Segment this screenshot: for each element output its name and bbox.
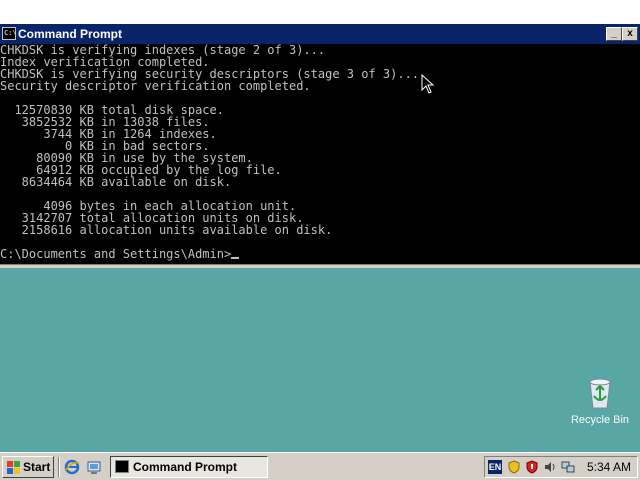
recycle-bin-label: Recycle Bin bbox=[570, 414, 630, 426]
console-line: 2158616 allocation units available on di… bbox=[0, 223, 333, 237]
volume-icon[interactable] bbox=[543, 460, 557, 474]
network-icon[interactable] bbox=[561, 460, 575, 474]
quick-launch-separator bbox=[58, 457, 60, 477]
minimize-button[interactable]: _ bbox=[606, 27, 622, 41]
system-tray: EN 5:34 AM bbox=[484, 456, 638, 478]
console-line: 8634464 KB available on disk. bbox=[0, 175, 232, 189]
security-shield-icon[interactable] bbox=[507, 460, 521, 474]
mouse-pointer-icon bbox=[421, 74, 435, 94]
windows-logo-icon bbox=[7, 461, 20, 474]
close-button[interactable]: x bbox=[622, 27, 638, 41]
console-line: Security descriptor verification complet… bbox=[0, 79, 311, 93]
language-indicator[interactable]: EN bbox=[488, 460, 502, 474]
taskbar-item-label: Command Prompt bbox=[133, 460, 238, 474]
internet-explorer-icon[interactable] bbox=[64, 459, 80, 475]
top-strip bbox=[0, 0, 640, 24]
window-bottom-border bbox=[0, 264, 640, 268]
console-lines: CHKDSK is verifying indexes (stage 2 of … bbox=[0, 44, 419, 237]
start-button[interactable]: Start bbox=[2, 456, 54, 478]
text-cursor bbox=[231, 257, 240, 259]
taskbar: Start Command Prompt EN 5:34 AM bbox=[0, 452, 640, 480]
command-prompt-window[interactable]: C:\ Command Prompt _ x CHKDSK is verifyi… bbox=[0, 24, 640, 268]
console-text: CHKDSK is verifying indexes (stage 2 of … bbox=[0, 44, 640, 260]
security-alert-icon[interactable] bbox=[525, 460, 539, 474]
recycle-bin-icon bbox=[589, 378, 611, 409]
console-app-icon[interactable]: C:\ bbox=[2, 27, 17, 40]
command-prompt: C:\Documents and Settings\Admin> bbox=[0, 247, 232, 261]
clock[interactable]: 5:34 AM bbox=[587, 460, 631, 474]
window-title: Command Prompt bbox=[18, 27, 123, 41]
recycle-bin-shortcut[interactable]: Recycle Bin bbox=[568, 376, 632, 430]
window-titlebar[interactable]: C:\ Command Prompt _ x bbox=[0, 24, 640, 44]
show-desktop-icon[interactable] bbox=[86, 459, 102, 475]
console-output[interactable]: CHKDSK is verifying indexes (stage 2 of … bbox=[0, 44, 640, 264]
start-label: Start bbox=[23, 460, 51, 474]
taskbar-command-prompt[interactable]: Command Prompt bbox=[110, 456, 268, 478]
console-task-icon bbox=[115, 460, 129, 473]
